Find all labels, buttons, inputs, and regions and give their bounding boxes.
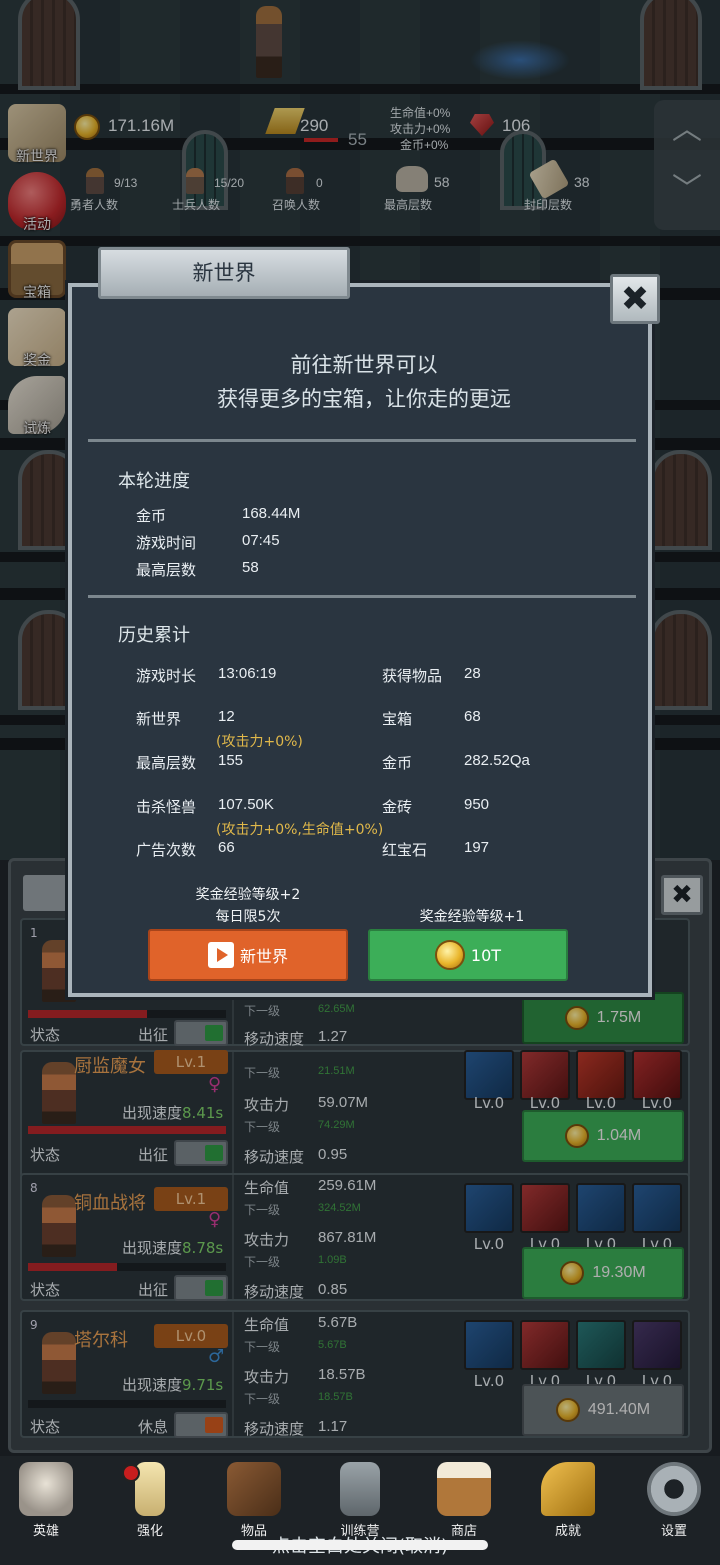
history-gold-label: 金币 <box>382 754 413 772</box>
daily-limit-note: 每日限5次 <box>215 909 281 925</box>
round-time-value: 07:45 <box>242 532 280 549</box>
kills-bonus: (攻击力+0%,生命值+0%) <box>216 822 384 838</box>
button-label: 10T <box>470 945 502 965</box>
history-max-floor-label: 最高层数 <box>136 754 197 772</box>
playtime-label: 游戏时长 <box>136 667 197 685</box>
beer-mug-icon <box>437 1462 491 1516</box>
items-label: 获得物品 <box>382 667 443 685</box>
nav-settings[interactable]: 设置 <box>634 1462 714 1539</box>
pay-gold-new-world-button[interactable]: 10T <box>368 929 568 981</box>
nav-training[interactable]: 训练营 <box>320 1462 400 1539</box>
ads-label: 广告次数 <box>136 841 197 859</box>
bricks-value: 950 <box>464 796 490 813</box>
items-value: 28 <box>464 665 481 682</box>
nav-shop[interactable]: 商店 <box>424 1462 504 1539</box>
playtime-value: 13:06:19 <box>218 665 277 682</box>
kills-value: 107.50K <box>218 796 274 813</box>
divider <box>88 439 636 442</box>
divider <box>88 595 636 598</box>
kills-label: 击杀怪兽 <box>136 798 197 816</box>
round-time-label: 游戏时间 <box>136 534 197 552</box>
round-gold-label: 金币 <box>136 507 167 525</box>
new-world-bonus: (攻击力+0%) <box>216 734 303 750</box>
modal-title: 新世界 <box>98 247 350 299</box>
new-world-count-value: 12 <box>218 708 235 725</box>
modal-close-button[interactable]: ✖ <box>610 274 660 324</box>
ads-value: 66 <box>218 839 235 856</box>
nav-achievement[interactable]: 成就 <box>528 1462 608 1539</box>
right-reward-note: 奖金经验等级+1 <box>419 909 525 925</box>
notification-dot <box>122 1464 140 1482</box>
gold-coin-icon <box>434 940 465 970</box>
gear-icon <box>647 1462 701 1516</box>
bricks-label: 金砖 <box>382 798 413 816</box>
nav-hero[interactable]: 英雄 <box>6 1462 86 1539</box>
round-gold-value: 168.44M <box>242 505 301 522</box>
video-ad-icon <box>207 942 234 968</box>
rubies-value: 197 <box>464 839 490 856</box>
intro-line-1: 前往新世界可以 <box>290 353 438 377</box>
home-indicator[interactable] <box>232 1540 488 1550</box>
history-title: 历史累计 <box>118 625 190 646</box>
nav-items[interactable]: 物品 <box>214 1462 294 1539</box>
book-icon <box>227 1462 281 1516</box>
left-reward-note: 奖金经验等级+2 <box>195 887 301 903</box>
key-icon <box>541 1462 595 1516</box>
chests-value: 68 <box>464 708 481 725</box>
new-world-dialog: 前往新世界可以 获得更多的宝箱，让你走的更远 本轮进度 金币 168.44M 游… <box>68 283 652 997</box>
lantern-icon <box>340 1462 380 1516</box>
round-floor-label: 最高层数 <box>136 561 197 579</box>
rubies-label: 红宝石 <box>382 841 428 859</box>
history-gold-value: 282.52Qa <box>464 752 530 769</box>
button-label: 新世界 <box>239 947 288 966</box>
history-max-floor-value: 155 <box>218 752 244 769</box>
round-floor-value: 58 <box>242 559 259 576</box>
intro-line-2: 获得更多的宝箱，让你走的更远 <box>217 387 511 411</box>
watch-ad-new-world-button[interactable]: 新世界 <box>148 929 348 981</box>
new-world-count-label: 新世界 <box>136 710 182 728</box>
round-progress-title: 本轮进度 <box>118 471 190 492</box>
skull-icon <box>19 1462 73 1516</box>
chests-label: 宝箱 <box>382 710 413 728</box>
